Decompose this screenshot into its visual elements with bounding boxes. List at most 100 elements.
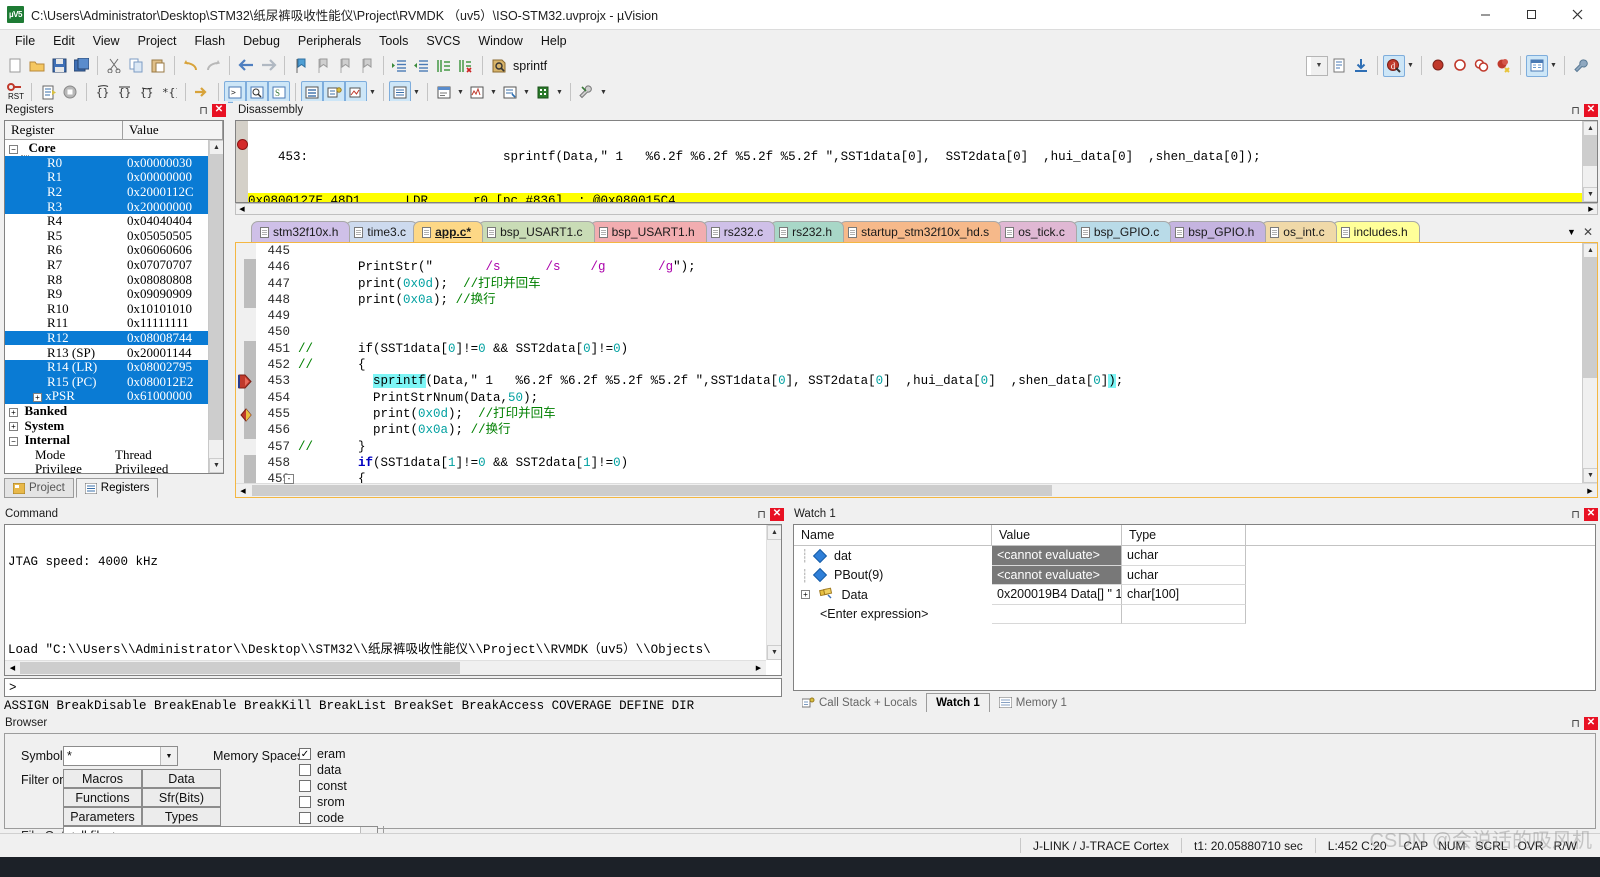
indent-icon[interactable] — [389, 55, 411, 77]
registers-tree[interactable]: Register Value − Core R0 0x00000030 R1 0x0… — [4, 120, 224, 474]
watch-value[interactable]: 0x200019B4 Data[] " 1 ... — [992, 585, 1122, 605]
breakpoint-current-line-icon[interactable] — [237, 374, 256, 389]
disassembly-view[interactable]: 453: sprintf(Data," 1 %6.2f %6.2f %5.2f … — [235, 120, 1598, 203]
editor-tab-time3-c[interactable]: time3.c — [345, 221, 419, 242]
scroll-left-icon[interactable]: ◀ — [236, 204, 248, 214]
code-line[interactable]: // if(SST1data[0]!=0 && SST2data[0]!=0) — [298, 341, 1581, 357]
checkbox-const[interactable]: const — [299, 779, 347, 793]
editor-code-area[interactable]: PrintStr(" /s /s /g /g"); print(0x0d); /… — [298, 243, 1581, 487]
system-viewer-icon[interactable] — [532, 81, 554, 103]
pin-icon[interactable]: ⊓ — [1569, 508, 1582, 521]
editor-tab-bsp-usart1-h[interactable]: bsp_USART1.h — [589, 221, 707, 242]
scroll-right-icon[interactable]: ▶ — [1583, 487, 1597, 495]
memory-window-icon[interactable] — [389, 81, 411, 103]
disassembly-hscrollbar[interactable]: ◀ ▶ — [235, 203, 1598, 215]
editor-tab-rs232-c[interactable]: rs232.c — [701, 221, 776, 242]
tab-watch-1[interactable]: Watch 1 — [926, 693, 990, 712]
scroll-right-icon[interactable]: ▶ — [1585, 204, 1597, 214]
expand-icon[interactable]: + — [33, 392, 42, 402]
tab-registers[interactable]: Registers — [75, 478, 159, 498]
uncomment-icon[interactable] — [455, 55, 477, 77]
redo-icon[interactable] — [202, 55, 224, 77]
tab-list-dropdown-icon[interactable]: ▼ — [1567, 227, 1576, 237]
call-stack-icon[interactable] — [323, 81, 345, 103]
breakpoint-insert-icon[interactable] — [1427, 55, 1449, 77]
code-line[interactable]: // { — [298, 357, 1581, 373]
code-line[interactable] — [298, 308, 1581, 324]
close-icon[interactable]: ✕ — [1584, 103, 1598, 117]
register-row-r2[interactable]: R2 0x2000112C — [5, 184, 208, 200]
expand-icon[interactable]: + — [9, 407, 18, 417]
register-row-r12[interactable]: R12 0x08008744 — [5, 330, 208, 346]
trace-window-icon[interactable] — [499, 81, 521, 103]
collapse-icon[interactable]: − — [9, 436, 18, 446]
collapse-icon[interactable]: − — [9, 144, 18, 154]
debug-session-icon[interactable]: d — [1383, 54, 1405, 77]
command-input[interactable]: > — [4, 678, 782, 697]
menu-debug[interactable]: Debug — [234, 32, 289, 50]
expand-icon[interactable]: + — [9, 422, 18, 432]
scroll-up-icon[interactable]: ▲ — [1583, 121, 1597, 136]
tab-project[interactable]: Project — [4, 478, 74, 498]
code-editor[interactable]: 445 446 447 448 449 450 451 452 453 454 455 456 457 4… — [235, 242, 1598, 498]
maximize-button[interactable] — [1508, 0, 1554, 30]
symbol-input[interactable]: * ▼ — [63, 746, 178, 766]
watch-row-data[interactable]: + Data 0x200019B4 Data[] " 1 ... char[10… — [794, 585, 1595, 605]
register-row-r6[interactable]: R6 0x06060606 — [5, 242, 208, 258]
register-row-r9[interactable]: R9 0x09090909 — [5, 286, 208, 302]
register-row-r13-sp[interactable]: R13 (SP) 0x20001144 — [5, 345, 208, 360]
chevron-down-icon[interactable]: ▼ — [1405, 55, 1416, 77]
pin-icon[interactable]: ⊓ — [755, 508, 768, 521]
bookmark-marker-icon[interactable] — [239, 408, 254, 422]
fold-collapse-icon[interactable]: - — [284, 474, 294, 485]
editor-tab-includes-h[interactable]: includes.h — [1331, 221, 1420, 242]
column-register[interactable]: Register — [5, 121, 123, 139]
scroll-down-icon[interactable]: ▼ — [1583, 468, 1597, 483]
serial-window-icon[interactable] — [433, 81, 455, 103]
code-line[interactable]: print(0x0a); //换行 — [298, 422, 1581, 438]
tools-wrench-icon[interactable] — [1570, 55, 1592, 77]
close-icon[interactable]: ✕ — [212, 103, 226, 117]
checkbox-srom[interactable]: srom — [299, 795, 345, 809]
chevron-down-icon[interactable]: ▼ — [455, 81, 466, 103]
new-file-icon[interactable] — [4, 55, 26, 77]
breakpoint-disable-all-icon[interactable] — [1471, 55, 1493, 77]
watch-row-enter-expression[interactable]: <Enter expression> — [794, 604, 1595, 624]
filter-button-parameters[interactable]: Parameters — [63, 807, 142, 826]
reset-icon[interactable]: RST — [4, 81, 26, 103]
command-window-icon[interactable]: > — [224, 81, 246, 103]
scroll-down-icon[interactable]: ▼ — [209, 458, 223, 473]
editor-tab-os-int-c[interactable]: os_int.c — [1261, 221, 1337, 242]
outdent-icon[interactable] — [411, 55, 433, 77]
scrollbar-thumb[interactable] — [20, 662, 460, 674]
register-row-r5[interactable]: R5 0x05050505 — [5, 228, 208, 244]
code-line[interactable]: PrintStr(" /s /s /g /g"); — [298, 259, 1581, 275]
editor-tab-os-tick-c[interactable]: os_tick.c — [996, 221, 1077, 242]
bookmark-clear-icon[interactable] — [356, 55, 378, 77]
close-icon[interactable]: ✕ — [1584, 507, 1598, 521]
code-line[interactable]: sprintf(Data," 1 %6.2f %6.2f %5.2f %5.2f… — [298, 373, 1581, 389]
stop-icon[interactable] — [59, 81, 81, 103]
symbols-window-icon[interactable]: S — [268, 81, 290, 103]
filter-button-functions[interactable]: Functions — [63, 788, 142, 807]
menu-project[interactable]: Project — [129, 32, 186, 50]
minimize-button[interactable] — [1462, 0, 1508, 30]
comment-icon[interactable] — [433, 55, 455, 77]
menu-edit[interactable]: Edit — [44, 32, 84, 50]
pin-icon[interactable]: ⊓ — [1569, 717, 1582, 730]
breakpoint-marker-icon[interactable] — [237, 139, 248, 150]
scrollbar-thumb[interactable] — [1583, 258, 1597, 378]
register-row-r1[interactable]: R1 0x00000000 — [5, 169, 208, 185]
undo-icon[interactable] — [180, 55, 202, 77]
run-icon[interactable] — [37, 81, 59, 103]
scroll-up-icon[interactable]: ▲ — [1583, 243, 1597, 258]
pin-icon[interactable]: ⊓ — [1569, 104, 1582, 117]
register-row-r10[interactable]: R10 0x10101010 — [5, 301, 208, 317]
scrollbar-thumb[interactable] — [252, 485, 1052, 496]
register-row-privilege[interactable]: Privilege Privileged — [5, 461, 208, 473]
register-row-r15-pc[interactable]: R15 (PC) 0x080012E2 — [5, 374, 208, 390]
filter-button-sfrbits[interactable]: Sfr(Bits) — [142, 788, 221, 807]
code-line[interactable] — [298, 243, 1581, 259]
menu-file[interactable]: File — [6, 32, 44, 50]
scroll-up-icon[interactable]: ▲ — [767, 525, 781, 540]
